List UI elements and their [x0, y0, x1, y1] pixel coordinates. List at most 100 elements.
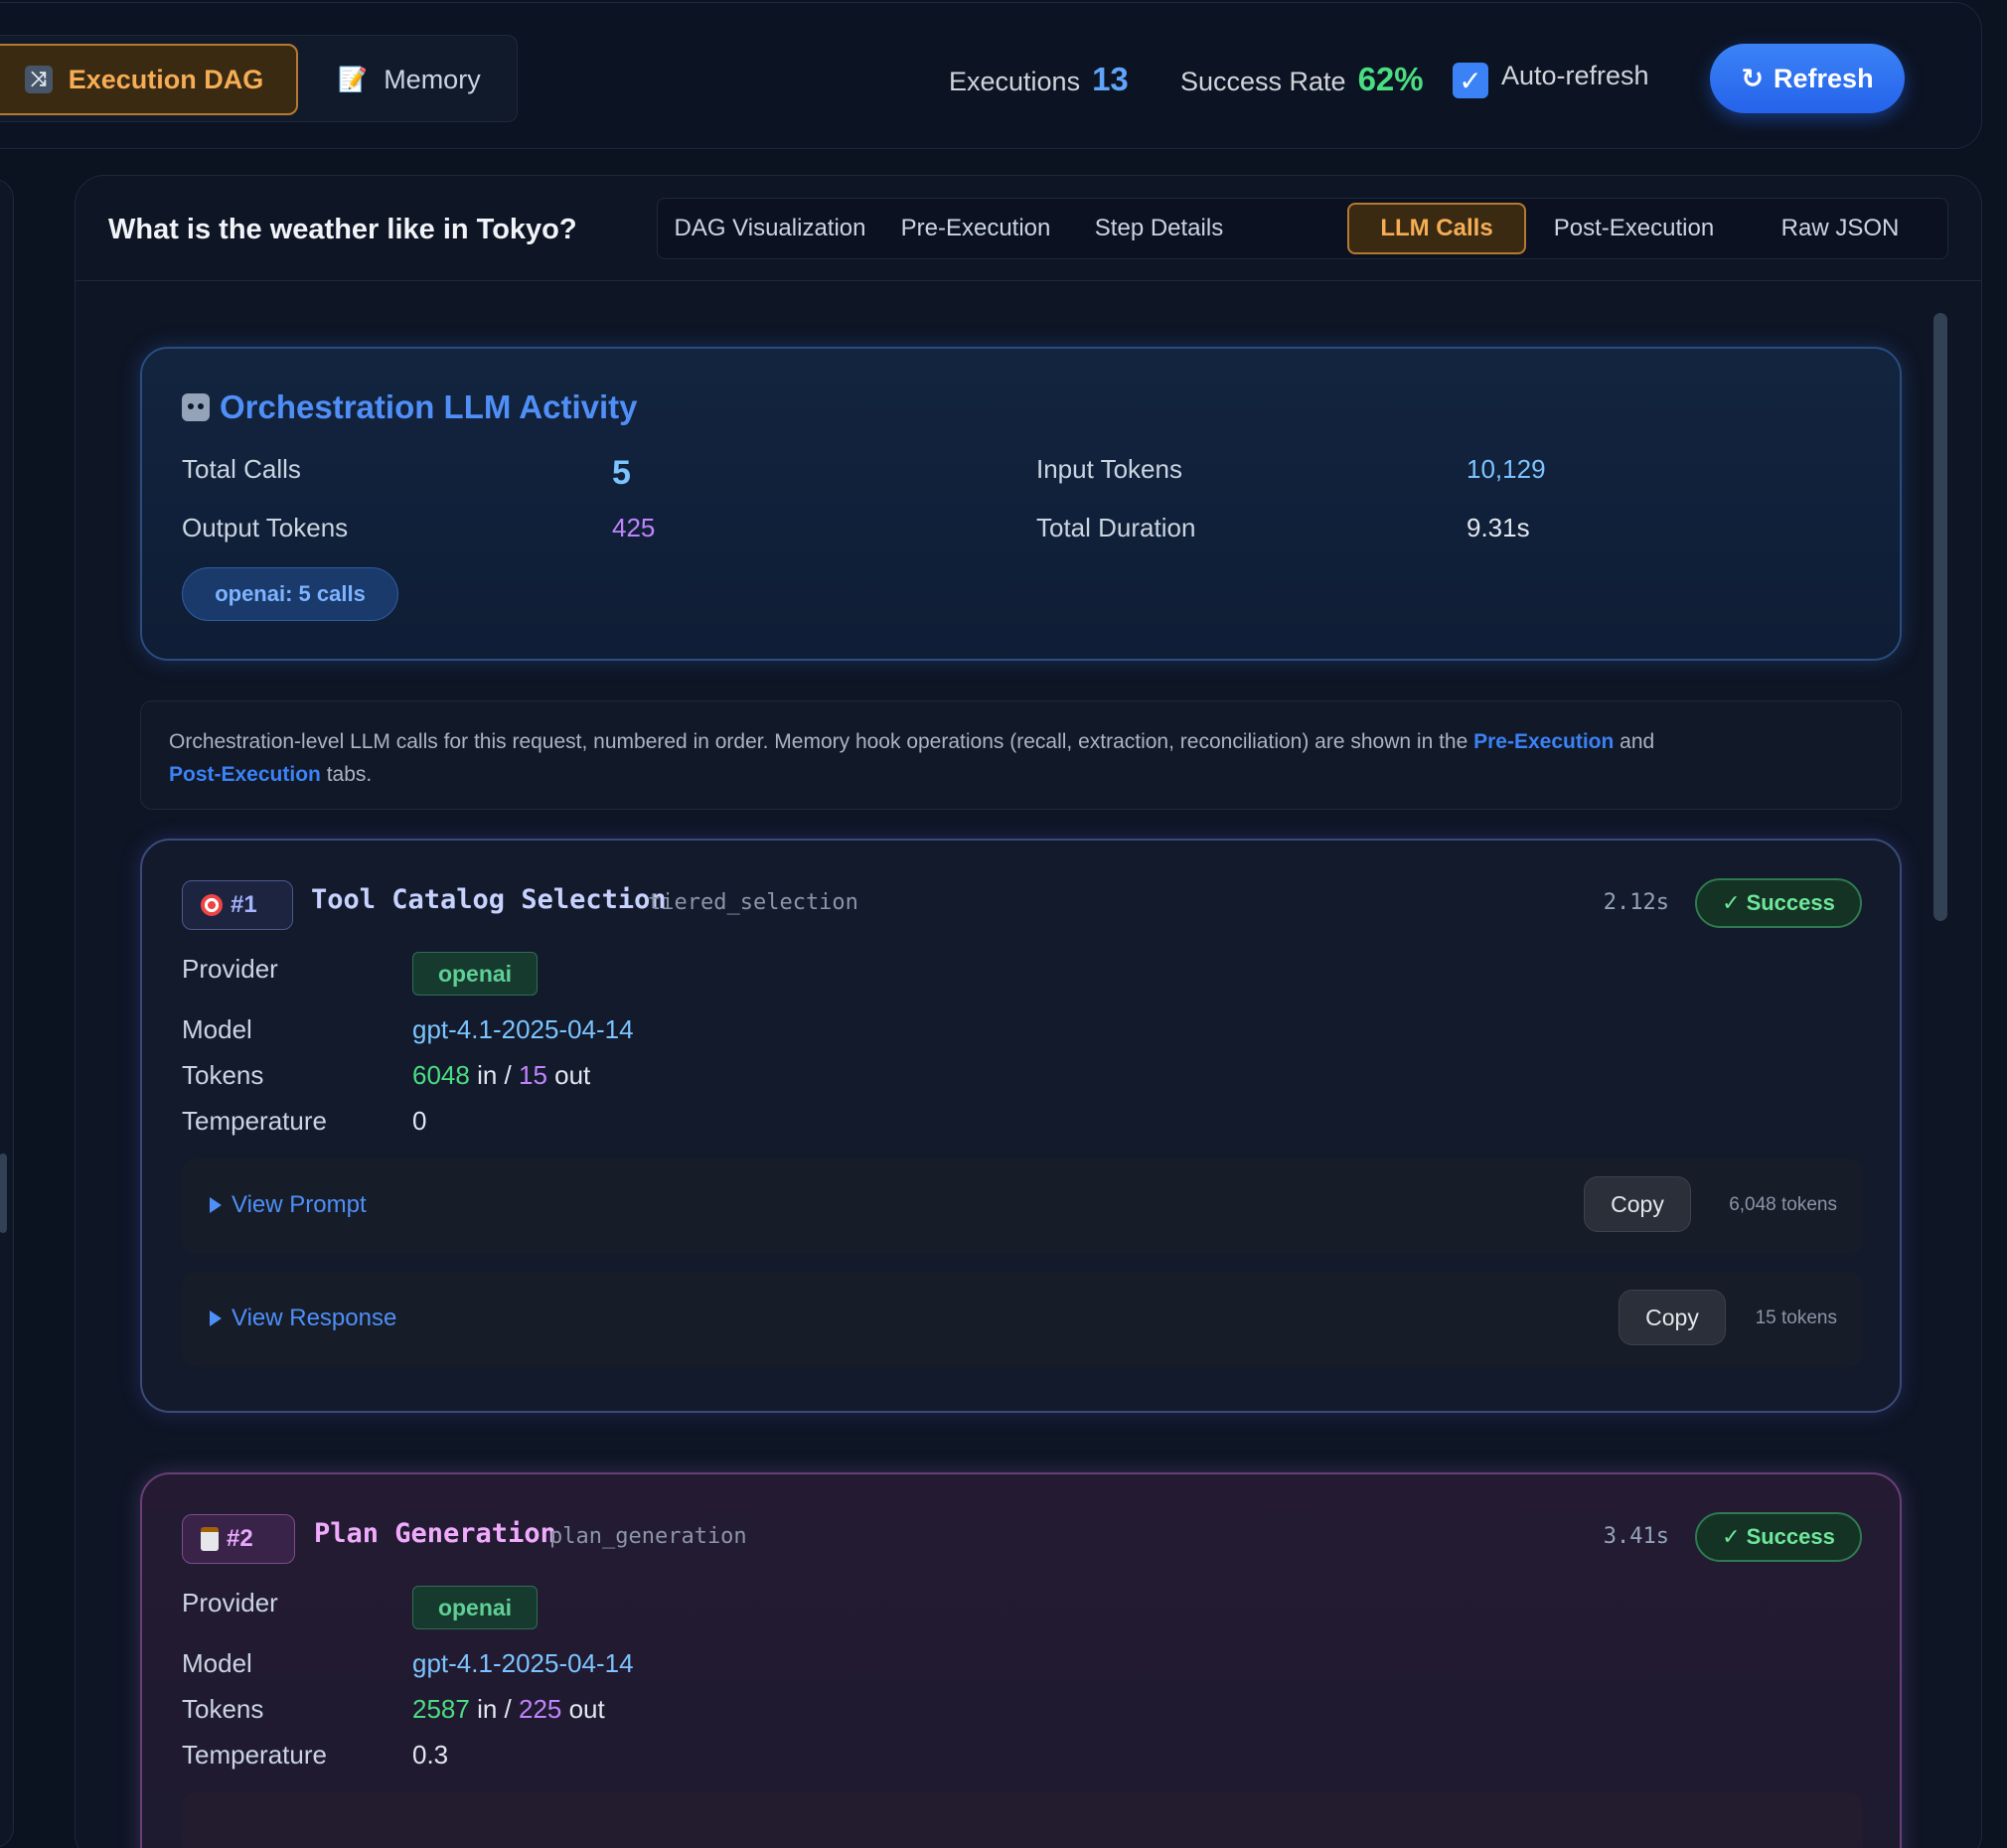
call-subtitle: tiered_selection: [648, 890, 858, 915]
top-bar: ⤨ Execution DAG 📝 Memory Executions 13 Su…: [0, 2, 1982, 149]
llm-calls-note: Orchestration-level LLM calls for this r…: [140, 700, 1902, 810]
llm-activity-summary: Orchestration LLM Activity Total Calls 5…: [140, 347, 1902, 661]
tab-post-execution[interactable]: Post-Execution: [1537, 203, 1731, 254]
tokens-label: Tokens: [182, 1694, 264, 1724]
refresh-button[interactable]: ↻ Refresh: [1710, 44, 1905, 113]
call-number-badge: #2: [182, 1514, 295, 1564]
call-number: #2: [227, 1525, 253, 1552]
copy-prompt-button[interactable]: Copy: [1584, 1176, 1691, 1232]
tokens-out: 15: [518, 1060, 547, 1090]
tokens-out-label: out: [561, 1694, 605, 1724]
executions-value: 13: [1092, 61, 1129, 97]
memo-icon: 📝: [338, 66, 369, 93]
target-icon: [201, 894, 223, 916]
model-value: gpt-4.1-2025-04-14: [412, 1014, 634, 1044]
prompt-token-count: 6,048 tokens: [1729, 1194, 1837, 1215]
temperature-label: Temperature: [182, 1740, 327, 1770]
panel-header: What is the weather like in Tokyo? DAG V…: [76, 176, 1981, 281]
tokens-value: 2587 in / 225 out: [412, 1694, 605, 1725]
post-execution-link[interactable]: Post-Execution: [169, 763, 321, 786]
llm-call-card: #1 Tool Catalog Selection tiered_selecti…: [140, 839, 1902, 1413]
copy-response-button[interactable]: Copy: [1619, 1290, 1726, 1345]
content-scrollbar[interactable]: [1933, 313, 1947, 921]
clipboard-icon: [201, 1527, 219, 1551]
tab-raw-json[interactable]: Raw JSON: [1751, 203, 1930, 254]
tab-llm-calls[interactable]: LLM Calls: [1347, 203, 1526, 254]
prompt-expander: [182, 1792, 1863, 1848]
view-prompt-label: View Prompt: [232, 1191, 367, 1218]
tokens-in: 2587: [412, 1694, 470, 1724]
pre-execution-link[interactable]: Pre-Execution: [1473, 730, 1614, 753]
summary-title: Orchestration LLM Activity: [182, 388, 638, 426]
total-duration-label: Total Duration: [1036, 513, 1196, 542]
model-label: Model: [182, 1648, 252, 1678]
output-tokens-label: Output Tokens: [182, 513, 349, 542]
tab-execution-dag-label: Execution DAG: [68, 64, 264, 94]
llm-call-card: #2 Plan Generation plan_generation 3.41s…: [140, 1472, 1902, 1848]
tab-step-details[interactable]: Step Details: [1077, 203, 1241, 254]
call-number: #1: [231, 891, 257, 918]
robot-icon: [182, 393, 210, 421]
detail-tabs: DAG Visualization Pre-Execution Step Det…: [657, 198, 1948, 259]
call-title: Plan Generation: [314, 1518, 556, 1549]
success-rate-label: Success Rate: [1180, 67, 1346, 96]
success-rate-stat: Success Rate 62%: [1180, 61, 1424, 98]
model-label: Model: [182, 1014, 252, 1044]
request-question: What is the weather like in Tokyo?: [108, 214, 577, 245]
provider-label: Provider: [182, 954, 278, 984]
auto-refresh-label[interactable]: Auto-refresh: [1501, 61, 1649, 91]
provider-label: Provider: [182, 1588, 278, 1617]
status-badge: ✓ Success: [1695, 878, 1862, 928]
sidebar-resize-handle[interactable]: [0, 1154, 7, 1233]
call-number-badge: #1: [182, 880, 293, 930]
response-token-count: 15 tokens: [1755, 1308, 1837, 1328]
tab-execution-dag[interactable]: ⤨ Execution DAG: [0, 44, 298, 115]
model-value: gpt-4.1-2025-04-14: [412, 1648, 634, 1678]
summary-title-text: Orchestration LLM Activity: [220, 388, 638, 425]
sidebar-collapsed: [0, 179, 14, 1848]
response-expander: View Response Copy 15 tokens: [182, 1272, 1863, 1367]
call-subtitle: plan_generation: [549, 1524, 747, 1549]
call-duration: 2.12s: [1603, 890, 1669, 915]
tokens-label: Tokens: [182, 1060, 264, 1090]
temperature-value: 0: [412, 1106, 427, 1136]
view-response-toggle[interactable]: View Response: [210, 1305, 396, 1332]
tab-memory[interactable]: 📝 Memory: [310, 44, 509, 115]
total-calls-value: 5: [612, 454, 631, 492]
total-calls-label: Total Calls: [182, 454, 301, 484]
tokens-in-label: in /: [469, 1060, 519, 1090]
call-title: Tool Catalog Selection: [311, 884, 667, 915]
note-text-mid: and: [1614, 730, 1655, 753]
executions-label: Executions: [949, 67, 1081, 96]
refresh-icon: ↻: [1741, 63, 1765, 93]
refresh-button-label: Refresh: [1774, 63, 1874, 93]
executions-stat: Executions 13: [949, 61, 1129, 98]
temperature-value: 0.3: [412, 1740, 449, 1770]
tokens-out-label: out: [546, 1060, 591, 1090]
auto-refresh-checkbox[interactable]: ✓: [1453, 63, 1488, 98]
shuffle-icon: ⤨: [24, 66, 53, 93]
status-text: Success: [1746, 1524, 1835, 1549]
call-duration: 3.41s: [1603, 1524, 1669, 1549]
status-badge: ✓ Success: [1695, 1512, 1862, 1562]
view-prompt-toggle[interactable]: View Prompt: [210, 1191, 367, 1219]
tab-pre-execution[interactable]: Pre-Execution: [881, 203, 1070, 254]
expand-arrow-icon: [210, 1310, 222, 1326]
success-rate-value: 62%: [1357, 61, 1424, 97]
input-tokens-value: 10,129: [1467, 454, 1546, 484]
provider-pill: openai: [412, 952, 538, 996]
check-icon: ✓: [1722, 890, 1741, 915]
prompt-expander: View Prompt Copy 6,048 tokens: [182, 1158, 1863, 1254]
tab-dag-visualization[interactable]: DAG Visualization: [666, 203, 874, 254]
provider-pill: openai: [412, 1586, 538, 1629]
note-text-end: tabs.: [320, 763, 373, 786]
tokens-value: 6048 in / 15 out: [412, 1060, 590, 1091]
input-tokens-label: Input Tokens: [1036, 454, 1182, 484]
output-tokens-value: 425: [612, 513, 656, 542]
tab-memory-label: Memory: [384, 64, 481, 94]
note-text-start: Orchestration-level LLM calls for this r…: [169, 730, 1474, 753]
view-switcher: ⤨ Execution DAG 📝 Memory: [0, 35, 518, 122]
view-response-label: View Response: [232, 1305, 397, 1331]
temperature-label: Temperature: [182, 1106, 327, 1136]
status-text: Success: [1746, 890, 1835, 915]
